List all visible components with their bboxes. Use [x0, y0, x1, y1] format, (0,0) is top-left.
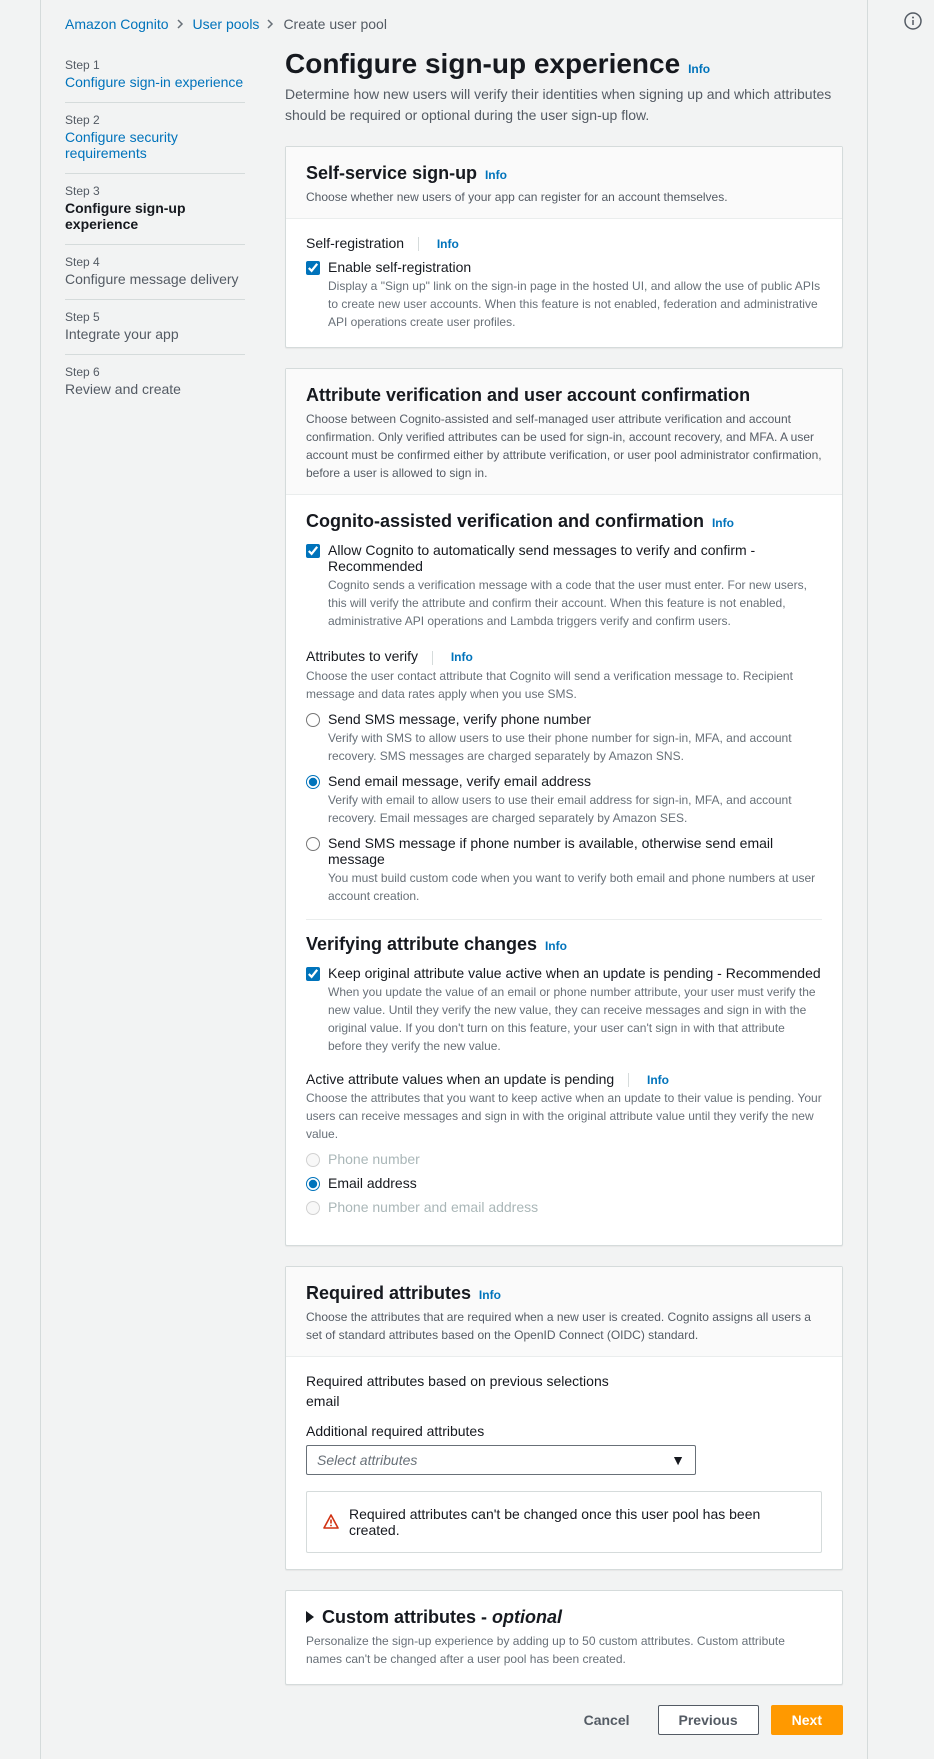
expand-title: Custom attributes - optional	[322, 1607, 562, 1628]
chevron-right-icon	[177, 16, 185, 32]
breadcrumb: Amazon Cognito User pools Create user po…	[65, 16, 843, 32]
field-label: Active attribute values when an update i…	[306, 1071, 614, 1087]
step-4: Step 4 Configure message delivery	[65, 245, 245, 300]
panel-title: Attribute verification and user account …	[306, 385, 750, 406]
panel-sub: Choose whether new users of your app can…	[306, 188, 822, 206]
info-link[interactable]: Info	[647, 1073, 669, 1087]
panel-title: Self-service sign-up	[306, 163, 477, 184]
checkbox-help: Display a "Sign up" link on the sign-in …	[328, 277, 822, 331]
section-title: Cognito-assisted verification and confir…	[306, 511, 704, 532]
warning-text: Required attributes can't be changed onc…	[349, 1506, 805, 1538]
caret-right-icon	[306, 1611, 314, 1623]
breadcrumb-link-cognito[interactable]: Amazon Cognito	[65, 16, 169, 32]
additional-required-attributes-select[interactable]: Select attributes ▼	[306, 1445, 696, 1475]
info-link[interactable]: Info	[479, 1288, 501, 1302]
warning-icon	[323, 1514, 339, 1530]
active-both-radio	[306, 1201, 320, 1215]
active-phone-radio	[306, 1153, 320, 1167]
field-help: Choose the user contact attribute that C…	[306, 667, 822, 703]
breadcrumb-link-userpools[interactable]: User pools	[193, 16, 260, 32]
enable-self-registration-checkbox[interactable]	[306, 261, 320, 275]
warning-box: Required attributes can't be changed onc…	[306, 1491, 822, 1553]
checkbox-label: Allow Cognito to automatically send mess…	[328, 542, 822, 574]
next-button[interactable]: Next	[771, 1705, 843, 1735]
wizard-steps: Step 1 Configure sign-in experience Step…	[65, 48, 245, 1735]
radio-label: Phone number	[328, 1151, 420, 1167]
section-title: Verifying attribute changes	[306, 934, 537, 955]
info-link[interactable]: Info	[451, 650, 473, 664]
step-2[interactable]: Step 2 Configure security requirements	[65, 103, 245, 174]
section-title: Self-registration	[306, 235, 404, 251]
page-title: Configure sign-up experience	[285, 48, 680, 80]
checkbox-help: Cognito sends a verification message wit…	[328, 576, 822, 630]
keep-original-attr-checkbox[interactable]	[306, 967, 320, 981]
radio-label: Send SMS message if phone number is avai…	[328, 835, 822, 867]
caret-down-icon: ▼	[671, 1452, 685, 1468]
info-link[interactable]: Info	[712, 516, 734, 530]
field-help: Choose the attributes that you want to k…	[306, 1089, 822, 1143]
previous-button[interactable]: Previous	[658, 1705, 759, 1735]
radio-label: Send SMS message, verify phone number	[328, 711, 822, 727]
step-6: Step 6 Review and create	[65, 355, 245, 409]
wizard-actions: Cancel Previous Next	[285, 1705, 843, 1735]
field-label: Attributes to verify	[306, 648, 418, 664]
info-panel-icon[interactable]	[904, 12, 922, 30]
verify-sms-radio[interactable]	[306, 713, 320, 727]
radio-help: Verify with SMS to allow users to use th…	[328, 729, 822, 765]
radio-help: You must build custom code when you want…	[328, 869, 822, 905]
field-label: Required attributes based on previous se…	[306, 1373, 609, 1389]
step-3: Step 3 Configure sign-up experience	[65, 174, 245, 245]
radio-label: Send email message, verify email address	[328, 773, 822, 789]
page-desc: Determine how new users will verify thei…	[285, 84, 843, 126]
verify-email-radio[interactable]	[306, 775, 320, 789]
info-link-page[interactable]: Info	[688, 62, 710, 76]
radio-label: Phone number and email address	[328, 1199, 538, 1215]
panel-self-service-signup: Self-service sign-up Info Choose whether…	[285, 146, 843, 348]
required-attr-value: email	[306, 1393, 822, 1409]
info-link[interactable]: Info	[545, 939, 567, 953]
radio-help: Verify with email to allow users to use …	[328, 791, 822, 827]
info-link[interactable]: Info	[485, 168, 507, 182]
active-email-radio[interactable]	[306, 1177, 320, 1191]
verify-sms-else-email-radio[interactable]	[306, 837, 320, 851]
field-label: Additional required attributes	[306, 1423, 822, 1439]
panel-sub: Personalize the sign-up experience by ad…	[306, 1632, 822, 1668]
radio-label: Email address	[328, 1175, 417, 1191]
breadcrumb-current: Create user pool	[283, 16, 387, 32]
custom-attributes-expand[interactable]: Custom attributes - optional	[306, 1607, 822, 1628]
info-link[interactable]: Info	[437, 237, 459, 251]
panel-attribute-verification: Attribute verification and user account …	[285, 368, 843, 1246]
panel-sub: Choose the attributes that are required …	[306, 1308, 822, 1344]
panel-sub: Choose between Cognito-assisted and self…	[306, 410, 822, 482]
chevron-right-icon	[267, 16, 275, 32]
allow-cognito-auto-send-checkbox[interactable]	[306, 544, 320, 558]
cancel-button[interactable]: Cancel	[568, 1706, 646, 1734]
checkbox-label: Keep original attribute value active whe…	[328, 965, 822, 981]
checkbox-label: Enable self-registration	[328, 259, 822, 275]
step-1[interactable]: Step 1 Configure sign-in experience	[65, 48, 245, 103]
checkbox-help: When you update the value of an email or…	[328, 983, 822, 1055]
panel-required-attributes: Required attributes Info Choose the attr…	[285, 1266, 843, 1570]
step-5: Step 5 Integrate your app	[65, 300, 245, 355]
panel-custom-attributes: Custom attributes - optional Personalize…	[285, 1590, 843, 1685]
panel-title: Required attributes	[306, 1283, 471, 1304]
